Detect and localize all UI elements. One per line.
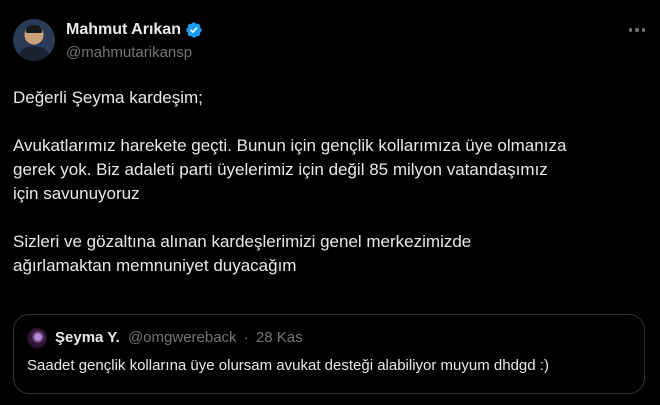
- author-handle[interactable]: @mahmutarikansp: [66, 44, 192, 61]
- author-display-name[interactable]: Mahmut Arıkan: [66, 21, 181, 39]
- more-dot: [635, 28, 639, 32]
- author-name-row: Mahmut Arıkan: [66, 21, 203, 39]
- tweet-line: gerek yok. Biz adaleti parti üyelerimiz …: [13, 160, 548, 179]
- tweet-line: Sizleri ve gözaltına alınan kardeşlerimi…: [13, 232, 472, 251]
- separator-dot: ·: [243, 329, 249, 346]
- tweet-line: ağırlamaktan memnuniyet duyacağım: [13, 256, 297, 275]
- tweet-line: için savunuyoruz: [13, 184, 140, 203]
- verified-badge-icon: [186, 22, 202, 38]
- author-avatar[interactable]: [13, 19, 55, 61]
- tweet-card: Mahmut Arıkan @mahmutarikansp Değerli Şe…: [0, 0, 660, 405]
- tweet-paragraph: Değerli Şeyma kardeşim;: [13, 88, 203, 107]
- quoted-tweet-header: Şeyma Y. @omgwereback · 28 Kas: [55, 329, 303, 346]
- tweet-text: Değerli Şeyma kardeşim; Avukatlarımız ha…: [13, 86, 653, 278]
- more-dot: [641, 28, 646, 32]
- quoted-author-avatar: [27, 328, 47, 348]
- quoted-tweet-text: Saadet gençlik kollarına üye olursam avu…: [27, 357, 549, 374]
- tweet-line: Avukatlarımız harekete geçti. Bunun için…: [13, 136, 567, 155]
- quoted-author-handle: @omgwereback: [127, 329, 237, 346]
- quoted-tweet-date: 28 Kas: [255, 329, 303, 346]
- more-dot: [628, 28, 633, 32]
- quoted-author-name: Şeyma Y.: [55, 329, 120, 346]
- more-horizontal-icon[interactable]: [624, 20, 650, 40]
- quoted-tweet[interactable]: Şeyma Y. @omgwereback · 28 Kas Saadet ge…: [13, 314, 645, 394]
